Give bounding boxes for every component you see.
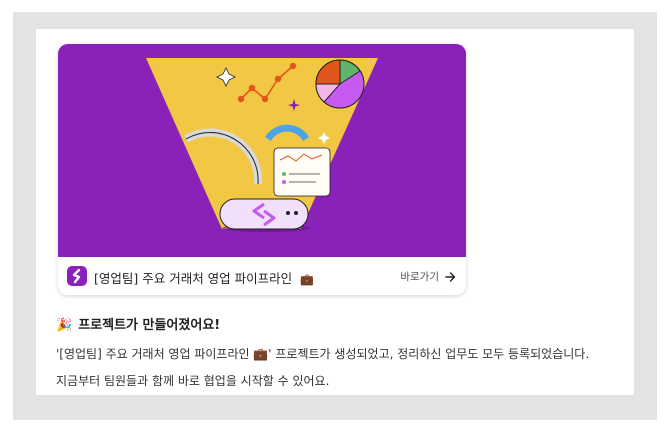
- project-banner-illustration: [58, 44, 466, 257]
- message-line-1: '[영업팀] 주요 거래처 영업 파이프라인 💼' 프로젝트가 생성되었고, 정…: [56, 347, 590, 361]
- go-to-label: 바로가기: [400, 271, 439, 283]
- briefcase-icon: 💼: [300, 273, 314, 286]
- message-line-2: 지금부터 팀원들과 함께 바로 협업을 시작할 수 있어요.: [56, 374, 330, 388]
- arrow-right-icon: [445, 271, 456, 282]
- party-popper-icon: 🎉: [56, 318, 73, 333]
- chat-message-panel: [영업팀] 주요 거래처 영업 파이프라인 💼 바로가기 🎉 프로젝트가 만들어졌…: [36, 29, 634, 395]
- card-footer: [영업팀] 주요 거래처 영업 파이프라인 💼 바로가기: [58, 257, 466, 295]
- app-logo-icon: [67, 266, 87, 286]
- message-title-text: 프로젝트가 만들어졌어요!: [78, 318, 221, 333]
- message-title: 🎉 프로젝트가 만들어졌어요!: [56, 314, 220, 333]
- go-to-project-link[interactable]: 바로가기: [400, 269, 456, 284]
- project-link-card[interactable]: [영업팀] 주요 거래처 영업 파이프라인 💼 바로가기: [58, 44, 466, 295]
- card-title-text: [영업팀] 주요 거래처 영업 파이프라인: [94, 271, 293, 286]
- card-title: [영업팀] 주요 거래처 영업 파이프라인 💼: [94, 268, 314, 287]
